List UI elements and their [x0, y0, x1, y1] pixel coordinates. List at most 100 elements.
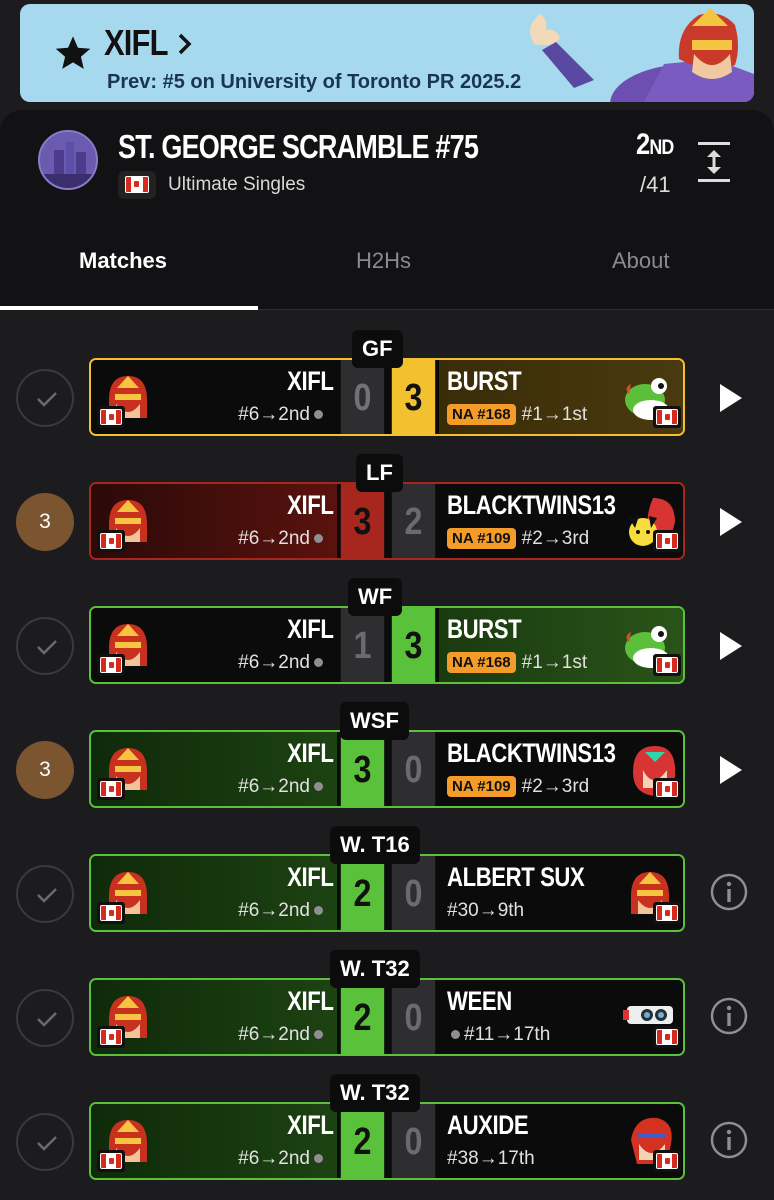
na-rank-badge: NA #109 [447, 776, 516, 797]
match-row[interactable]: W. T32 XIFL #6→2nd 2 0 AUXIDE #38→17th [0, 1074, 774, 1198]
player1-score: 2 [340, 980, 385, 1054]
captain-falcon-art [530, 8, 754, 102]
player1-seed-text: #6→2nd [238, 776, 310, 797]
check-circle[interactable] [16, 1113, 74, 1171]
player1-seed-text: #6→2nd [238, 528, 310, 549]
player1-score: 2 [340, 856, 385, 930]
match-row[interactable]: LF 3 XIFL #6→2nd 3 2 BLACKTWINS13 NA #10… [0, 454, 774, 578]
expand-collapse-icon[interactable] [694, 140, 734, 184]
character-count-badge[interactable]: 3 [16, 493, 74, 551]
canada-flag-icon [653, 1150, 681, 1172]
match-row[interactable]: GF XIFL #6→2nd 0 3 BURST NA #168 #1→1st [0, 330, 774, 454]
character-count-badge[interactable]: 3 [16, 741, 74, 799]
check-circle[interactable] [16, 865, 74, 923]
player2-seed-text: #38→17th [447, 1148, 535, 1169]
tournament-logo [38, 130, 98, 190]
info-icon[interactable] [709, 996, 749, 1036]
placing-number: 2 [636, 128, 650, 161]
player2-side: BLACKTWINS13 NA #109 #2→3rd [439, 484, 683, 558]
canada-flag-icon [653, 530, 681, 552]
entrant-count: /41 [640, 172, 671, 197]
player1-seed: #6→2nd [238, 900, 327, 922]
player2-side: ALBERT SUX #30→9th [439, 856, 683, 930]
play-icon[interactable] [708, 378, 748, 418]
match-card[interactable]: XIFL #6→2nd 3 2 BLACKTWINS13 NA #109 #2→3… [89, 482, 685, 560]
canada-flag-icon [653, 778, 681, 800]
player2-side: AUXIDE #38→17th [439, 1104, 683, 1178]
tab-about[interactable]: About [612, 248, 670, 274]
match-card[interactable]: XIFL #6→2nd 2 0 ALBERT SUX #30→9th [89, 854, 685, 932]
player2-seed-text: #1→1st [521, 404, 588, 425]
player2-seed: NA #168 #1→1st [447, 404, 587, 426]
tournament-title[interactable]: ST. GEORGE SCRAMBLE #75 [118, 128, 479, 166]
player1-name: XIFL [286, 1110, 334, 1140]
player1-score: 3 [340, 484, 385, 558]
player2-name: AUXIDE [447, 1110, 529, 1140]
player2-seed: #30→9th [447, 900, 524, 922]
player2-score: 3 [391, 608, 436, 682]
star-icon [55, 36, 91, 69]
match-card[interactable]: XIFL #6→2nd 2 0 WEEN #11→17th [89, 978, 685, 1056]
check-circle[interactable] [16, 617, 74, 675]
tab-h2hs[interactable]: H2Hs [356, 248, 411, 274]
player2-score: 0 [391, 980, 436, 1054]
player2-seed-text: #2→3rd [521, 528, 590, 549]
play-icon[interactable] [708, 750, 748, 790]
player2-score: 0 [391, 856, 436, 930]
match-row[interactable]: WSF 3 XIFL #6→2nd 3 0 BLACKTWINS13 NA #1… [0, 702, 774, 826]
canada-flag-icon [97, 654, 125, 676]
match-card[interactable]: XIFL #6→2nd 0 3 BURST NA #168 #1→1st [89, 358, 685, 436]
player1-side: XIFL #6→2nd [91, 980, 337, 1054]
status-dot [314, 906, 323, 916]
match-row[interactable]: W. T32 XIFL #6→2nd 2 0 WEEN #11→17th [0, 950, 774, 1074]
player2-seed: #11→17th [447, 1024, 550, 1046]
player2-seed: NA #168 #1→1st [447, 652, 587, 674]
player1-name: XIFL [286, 862, 334, 892]
player1-name: XIFL [286, 738, 334, 768]
player2-seed-text: #11→17th [464, 1024, 551, 1045]
info-icon[interactable] [709, 872, 749, 912]
play-icon[interactable] [708, 626, 748, 666]
player1-side: XIFL #6→2nd [91, 1104, 337, 1178]
match-row[interactable]: W. T16 XIFL #6→2nd 2 0 ALBERT SUX #30→9t… [0, 826, 774, 950]
player2-score: 0 [391, 732, 436, 806]
na-rank-badge: NA #168 [447, 652, 516, 673]
player2-name: WEEN [447, 986, 512, 1016]
status-dot [314, 1030, 323, 1040]
player1-name: XIFL [286, 490, 334, 520]
placing-suffix: ND [649, 136, 674, 159]
check-icon [37, 1136, 57, 1151]
player2-name: BLACKTWINS13 [447, 490, 616, 520]
round-label: W. T32 [330, 1074, 420, 1112]
banner-prev-rank: Prev: #5 on University of Toronto PR 202… [107, 71, 522, 93]
canada-flag-icon [97, 1026, 125, 1048]
player1-side: XIFL #6→2nd [91, 732, 337, 806]
player2-score: 3 [391, 360, 436, 434]
check-icon [37, 888, 57, 903]
check-circle[interactable] [16, 989, 74, 1047]
player2-score: 2 [391, 484, 436, 558]
player-banner[interactable]: XIFL Prev: #5 on University of Toronto P… [20, 4, 754, 102]
player1-seed-text: #6→2nd [238, 652, 310, 673]
final-placing: 2ND [636, 128, 674, 162]
match-row[interactable]: WF XIFL #6→2nd 1 3 BURST NA #168 #1→1st [0, 578, 774, 702]
player1-score: 2 [340, 1104, 385, 1178]
round-label: WSF [340, 702, 409, 740]
player1-seed: #6→2nd [238, 652, 327, 674]
canada-flag-icon [653, 902, 681, 924]
player1-score: 0 [340, 360, 385, 434]
canada-flag-icon [653, 1026, 681, 1048]
match-card[interactable]: XIFL #6→2nd 1 3 BURST NA #168 #1→1st [89, 606, 685, 684]
player1-seed-text: #6→2nd [238, 1148, 310, 1169]
match-card[interactable]: XIFL #6→2nd 3 0 BLACKTWINS13 NA #109 #2→3… [89, 730, 685, 808]
tab-matches[interactable]: Matches [79, 248, 167, 274]
play-icon[interactable] [708, 502, 748, 542]
check-circle[interactable] [16, 369, 74, 427]
info-icon[interactable] [709, 1120, 749, 1160]
banner-player-name: XIFL [104, 22, 168, 63]
match-card[interactable]: XIFL #6→2nd 2 0 AUXIDE #38→17th [89, 1102, 685, 1180]
chevron-right-icon [178, 33, 192, 55]
player2-side: WEEN #11→17th [439, 980, 683, 1054]
round-label: LF [356, 454, 403, 492]
player1-side: XIFL #6→2nd [91, 360, 337, 434]
